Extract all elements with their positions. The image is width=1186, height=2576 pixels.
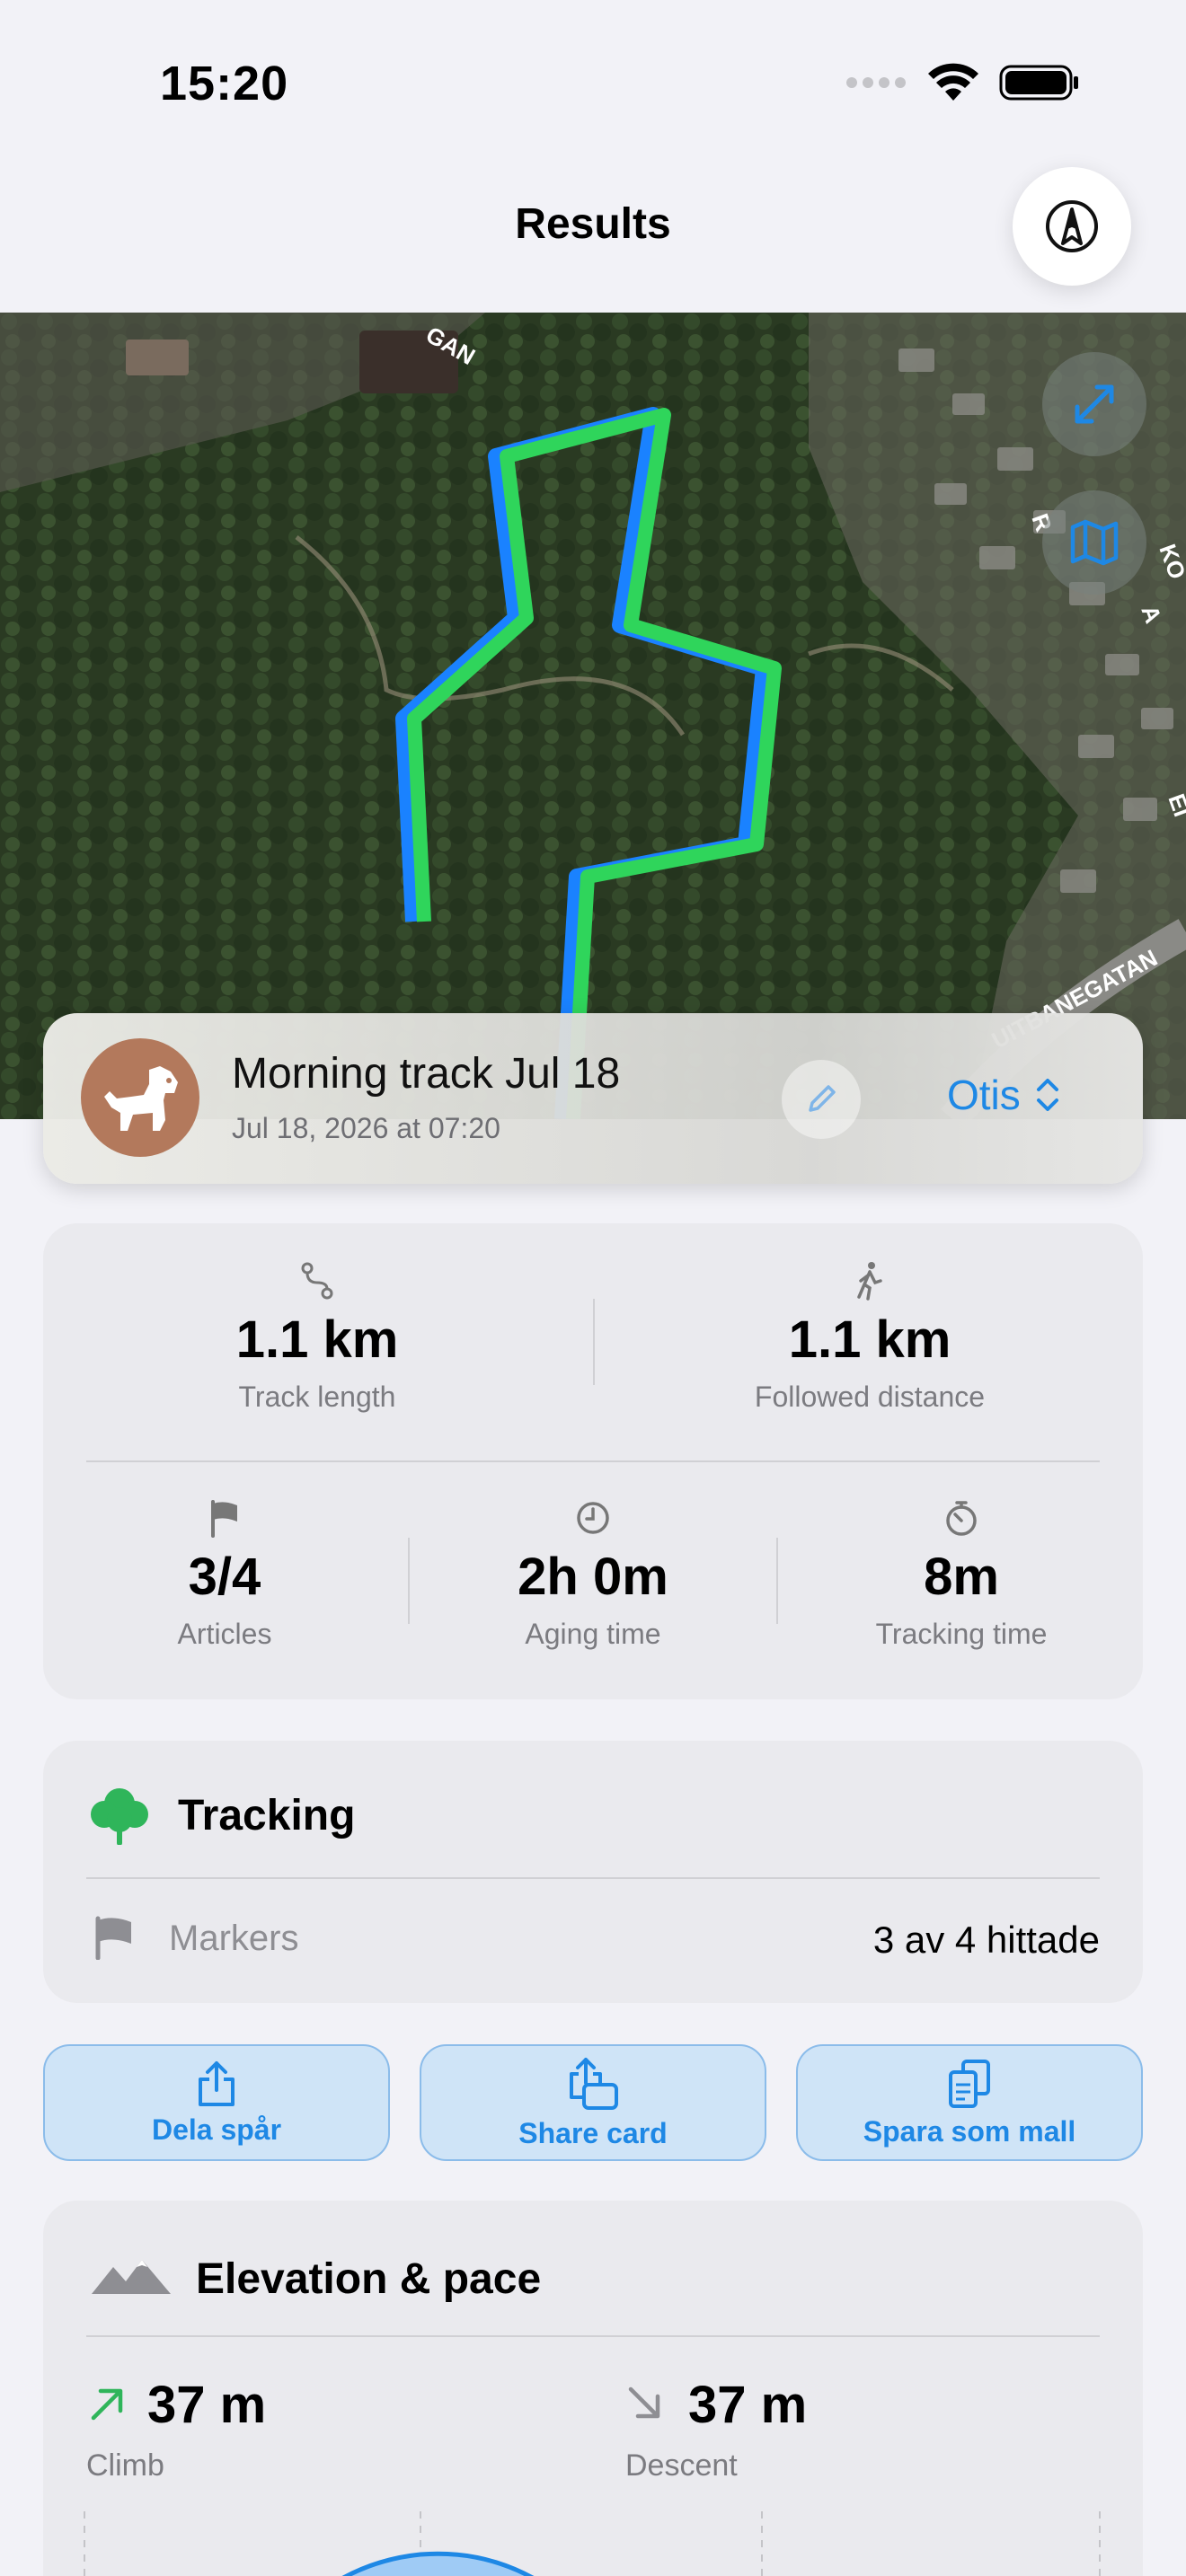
flag-icon	[95, 1916, 131, 1960]
tracking-time-value: 8m	[924, 1548, 999, 1606]
tracking-title: Tracking	[178, 1792, 356, 1839]
track-map[interactable]: GAN UITBANEGATAN R KO A EI	[0, 313, 1186, 1119]
dog-name: Otis	[947, 1072, 1021, 1118]
cellular-icon	[846, 77, 906, 88]
share-track-button[interactable]: Dela spår	[43, 2044, 390, 2161]
divider	[776, 1538, 778, 1624]
dog-icon	[104, 1066, 178, 1131]
satellite-map: GAN UITBANEGATAN R KO A EI	[0, 313, 1186, 1119]
status-icons	[845, 63, 1080, 102]
compass-button[interactable]	[1013, 167, 1131, 286]
save-template-button[interactable]: Spara som mall	[796, 2044, 1143, 2161]
share-card-icon	[570, 2057, 618, 2110]
copy-document-icon	[949, 2059, 990, 2108]
track-length-value: 1.1 km	[235, 1310, 399, 1369]
stat-followed-distance: 1.1 km Followed distance	[681, 1261, 1058, 1414]
divider	[86, 1877, 1100, 1879]
tree-icon	[91, 1788, 148, 1845]
arrow-up-right-icon	[91, 2388, 123, 2421]
track-length-label: Track length	[238, 1381, 396, 1413]
save-template-label: Spara som mall	[863, 2114, 1076, 2148]
edit-title-button[interactable]	[782, 1060, 861, 1139]
descent-label: Descent	[625, 2448, 738, 2483]
divider	[86, 2335, 1100, 2337]
climb-value: 37 m	[147, 2376, 267, 2434]
stat-articles: 3/4 Articles	[70, 1498, 379, 1651]
articles-label: Articles	[177, 1618, 272, 1650]
elevation-title: Elevation & pace	[196, 2255, 542, 2303]
route-icon	[301, 1262, 333, 1300]
expand-map-button[interactable]	[1042, 352, 1146, 456]
divider	[86, 1460, 1100, 1462]
aging-time-label: Aging time	[525, 1618, 661, 1650]
markers-label: Markers	[169, 1919, 299, 1958]
followed-distance-label: Followed distance	[754, 1381, 986, 1413]
arrow-down-right-icon	[628, 2386, 660, 2419]
stat-aging-time: 2h 0m Aging time	[438, 1498, 748, 1651]
share-card-button[interactable]: Share card	[420, 2044, 766, 2161]
share-card-label: Share card	[518, 2116, 668, 2149]
share-track-label: Dela spår	[151, 2113, 282, 2146]
followed-distance-value: 1.1 km	[788, 1310, 951, 1369]
pencil-icon	[809, 1085, 836, 1112]
articles-value: 3/4	[188, 1548, 261, 1606]
share-icon	[199, 2060, 235, 2106]
track-summary-card: Morning track Jul 18 Jul 18, 2026 at 07:…	[43, 1013, 1143, 1184]
map-style-button[interactable]	[1042, 490, 1146, 595]
track-title: Morning track Jul 18	[232, 1050, 621, 1098]
dog-picker[interactable]: Otis	[947, 1071, 1060, 1119]
tracking-time-label: Tracking time	[875, 1618, 1048, 1650]
battery-icon	[999, 65, 1078, 101]
walking-icon	[857, 1262, 882, 1301]
map-icon	[1070, 519, 1119, 566]
markers-value: 3 av 4 hittade	[872, 1919, 1100, 1961]
mountains-icon	[92, 2260, 171, 2294]
clock-icon	[577, 1502, 609, 1534]
climb-label: Climb	[86, 2448, 164, 2483]
elevation-chart	[84, 2511, 1101, 2576]
results-screen: 15:20 Results GAN UITBANEGATAN R KO A EI…	[0, 0, 1186, 2576]
page-title: Results	[515, 200, 671, 248]
status-time: 15:20	[160, 57, 289, 110]
chevron-up-down-icon	[1036, 1079, 1058, 1111]
track-date: Jul 18, 2026 at 07:20	[232, 1112, 500, 1144]
aging-time-value: 2h 0m	[518, 1548, 668, 1606]
descent-value: 37 m	[688, 2376, 808, 2434]
divider	[593, 1299, 595, 1385]
compass-icon	[1046, 200, 1098, 252]
elevation-card: Elevation & pace 37 m Climb 37 m Descent	[43, 2201, 1143, 2576]
stats-card: 1.1 km Track length 1.1 km Followed dist…	[43, 1223, 1143, 1699]
timer-icon	[946, 1501, 977, 1536]
tracking-card: Tracking Markers 3 av 4 hittade	[43, 1741, 1143, 2003]
divider	[408, 1538, 410, 1624]
status-bar: 15:20	[0, 0, 1186, 171]
stat-track-length: 1.1 km Track length	[133, 1261, 501, 1414]
wifi-icon	[928, 63, 978, 101]
expand-icon	[1075, 384, 1114, 424]
flag-icon	[211, 1500, 237, 1538]
dog-avatar	[81, 1038, 199, 1157]
stat-tracking-time: 8m Tracking time	[807, 1498, 1116, 1651]
